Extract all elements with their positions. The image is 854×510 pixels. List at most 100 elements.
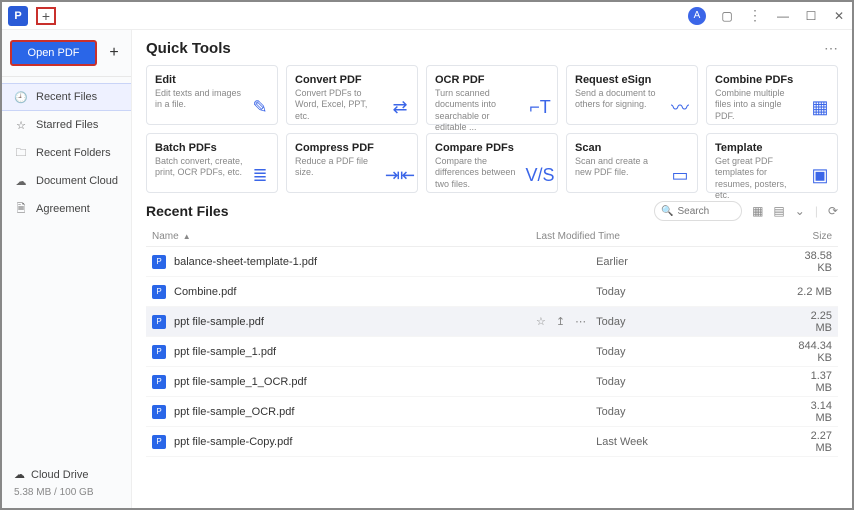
new-tab-button[interactable]: + xyxy=(36,7,56,25)
sidebar-item-starred-files[interactable]: ☆Starred Files xyxy=(2,111,131,139)
cloud-icon: ☁ xyxy=(14,468,25,481)
cloud-usage: 5.38 MB / 100 GB xyxy=(14,487,119,498)
tool-title: Scan xyxy=(575,142,689,154)
table-header: Name▲ Last Modified Time Size xyxy=(146,227,838,247)
scan-icon: ▭ xyxy=(669,164,691,186)
file-size: 3.14 MB xyxy=(796,400,832,424)
sidebar-item-label: Document Cloud xyxy=(36,175,118,187)
tool-compress-pdf[interactable]: Compress PDFReduce a PDF file size.⇥⇤ xyxy=(286,133,418,193)
file-modified: Today xyxy=(596,316,796,328)
sidebar-item-agreement[interactable]: 🗎Agreement xyxy=(2,195,131,223)
quick-tools-title: Quick Tools xyxy=(146,40,231,57)
tool-title: Template xyxy=(715,142,829,154)
file-name: balance-sheet-template-1.pdf xyxy=(174,256,536,268)
tool-title: OCR PDF xyxy=(435,74,549,86)
compress-icon: ⇥⇤ xyxy=(389,164,411,186)
sidebar-item-document-cloud[interactable]: ☁ Document Cloud xyxy=(2,167,131,195)
open-pdf-button[interactable]: Open PDF xyxy=(10,40,97,66)
main: Quick Tools ⋯ EditEdit texts and images … xyxy=(132,30,852,508)
pdf-file-icon: P xyxy=(152,375,166,389)
tool-edit[interactable]: EditEdit texts and images in a file.✎ xyxy=(146,65,278,125)
list-view-icon[interactable]: ▦ xyxy=(752,204,763,218)
file-size: 38.58 KB xyxy=(796,250,832,274)
search-input[interactable] xyxy=(678,206,738,217)
quick-tools-more[interactable]: ⋯ xyxy=(824,40,838,57)
tool-title: Convert PDF xyxy=(295,74,409,86)
doc-icon: 🗎 xyxy=(14,200,28,219)
tool-scan[interactable]: ScanScan and create a new PDF file.▭ xyxy=(566,133,698,193)
cloud-icon: ☁ xyxy=(14,175,28,188)
cloud-drive-label: Cloud Drive xyxy=(31,469,88,481)
file-row[interactable]: P ppt file-sample.pdf ☆ ↥ ⋯ Today 2.25 M… xyxy=(146,307,838,337)
sort-asc-icon: ▲ xyxy=(183,232,191,241)
tool-template[interactable]: TemplateGet great PDF templates for resu… xyxy=(706,133,838,193)
filter-icon[interactable]: ⌄ xyxy=(795,204,805,218)
refresh-icon[interactable]: ⟳ xyxy=(828,204,838,218)
tool-convert-pdf[interactable]: Convert PDFConvert PDFs to Word, Excel, … xyxy=(286,65,418,125)
tool-title: Request eSign xyxy=(575,74,689,86)
tool-ocr-pdf[interactable]: OCR PDFTurn scanned documents into searc… xyxy=(426,65,558,125)
add-button[interactable]: + xyxy=(105,44,123,62)
divider: | xyxy=(815,204,818,218)
search-icon: 🔍 xyxy=(661,206,673,217)
avatar[interactable]: A xyxy=(688,7,706,25)
file-row[interactable]: P balance-sheet-template-1.pdf ☆ ↥ ⋯ Ear… xyxy=(146,247,838,277)
pdf-file-icon: P xyxy=(152,255,166,269)
pdf-file-icon: P xyxy=(152,405,166,419)
more-icon[interactable]: ⋯ xyxy=(575,315,586,328)
file-row[interactable]: P ppt file-sample_OCR.pdf ☆ ↥ ⋯ Today 3.… xyxy=(146,397,838,427)
file-row[interactable]: P Combine.pdf ☆ ↥ ⋯ Today 2.2 MB xyxy=(146,277,838,307)
sidebar: Open PDF + 🕘Recent Files☆Starred Files 🗀 R… xyxy=(2,30,132,508)
file-name: Combine.pdf xyxy=(174,286,536,298)
sidebar-item-label: Starred Files xyxy=(36,119,98,131)
edit-icon: ✎ xyxy=(249,96,271,118)
grid-view-icon[interactable]: ▤ xyxy=(773,204,784,218)
sidebar-item-recent-folders[interactable]: 🗀 Recent Folders xyxy=(2,139,131,167)
file-row[interactable]: P ppt file-sample-Copy.pdf ☆ ↥ ⋯ Last We… xyxy=(146,427,838,457)
pdf-file-icon: P xyxy=(152,315,166,329)
file-size: 2.25 MB xyxy=(796,310,832,334)
file-name: ppt file-sample_OCR.pdf xyxy=(174,406,536,418)
pdf-file-icon: P xyxy=(152,345,166,359)
column-name[interactable]: Name▲ xyxy=(152,231,536,242)
tool-request-esign[interactable]: Request eSignSend a document to others f… xyxy=(566,65,698,125)
combine-icon: ▦ xyxy=(809,96,831,118)
template-icon: ▣ xyxy=(809,164,831,186)
search-box[interactable]: 🔍 xyxy=(654,201,742,221)
menu-kebab[interactable]: ⋮ xyxy=(748,7,762,24)
file-row[interactable]: P ppt file-sample_1_OCR.pdf ☆ ↥ ⋯ Today … xyxy=(146,367,838,397)
sidebar-item-label: Recent Files xyxy=(36,91,97,103)
file-modified: Today xyxy=(596,376,796,388)
chat-icon[interactable]: ▢ xyxy=(720,9,734,23)
star-icon[interactable]: ☆ xyxy=(536,315,546,328)
tool-combine-pdfs[interactable]: Combine PDFsCombine multiple files into … xyxy=(706,65,838,125)
file-size: 2.2 MB xyxy=(796,286,832,298)
file-modified: Earlier xyxy=(596,256,796,268)
cloud-drive[interactable]: ☁ Cloud Drive xyxy=(14,468,119,481)
folder-icon: 🗀 xyxy=(14,144,28,163)
tool-batch-pdfs[interactable]: Batch PDFsBatch convert, create, print, … xyxy=(146,133,278,193)
batch-icon: ≣ xyxy=(249,164,271,186)
file-modified: Today xyxy=(596,346,796,358)
tool-title: Batch PDFs xyxy=(155,142,269,154)
tool-compare-pdfs[interactable]: Compare PDFsCompare the differences betw… xyxy=(426,133,558,193)
file-size: 1.37 MB xyxy=(796,370,832,394)
file-modified: Today xyxy=(596,406,796,418)
ocr-icon: ⌐T xyxy=(529,96,551,118)
upload-icon[interactable]: ↥ xyxy=(556,315,565,328)
file-name: ppt file-sample_1_OCR.pdf xyxy=(174,376,536,388)
divider xyxy=(2,76,131,77)
close-button[interactable]: ✕ xyxy=(832,9,846,23)
sidebar-item-recent-files[interactable]: 🕘Recent Files xyxy=(2,83,131,111)
file-size: 844.34 KB xyxy=(796,340,832,364)
minimize-button[interactable]: — xyxy=(776,9,790,23)
maximize-button[interactable]: ☐ xyxy=(804,9,818,23)
sidebar-item-label: Recent Folders xyxy=(36,147,111,159)
tool-title: Compress PDF xyxy=(295,142,409,154)
column-size[interactable]: Size xyxy=(736,231,832,242)
file-row[interactable]: P ppt file-sample_1.pdf ☆ ↥ ⋯ Today 844.… xyxy=(146,337,838,367)
file-name: ppt file-sample_1.pdf xyxy=(174,346,536,358)
file-modified: Last Week xyxy=(596,436,796,448)
titlebar: P + A ▢ ⋮ — ☐ ✕ xyxy=(2,2,852,30)
column-modified[interactable]: Last Modified Time xyxy=(536,231,736,242)
